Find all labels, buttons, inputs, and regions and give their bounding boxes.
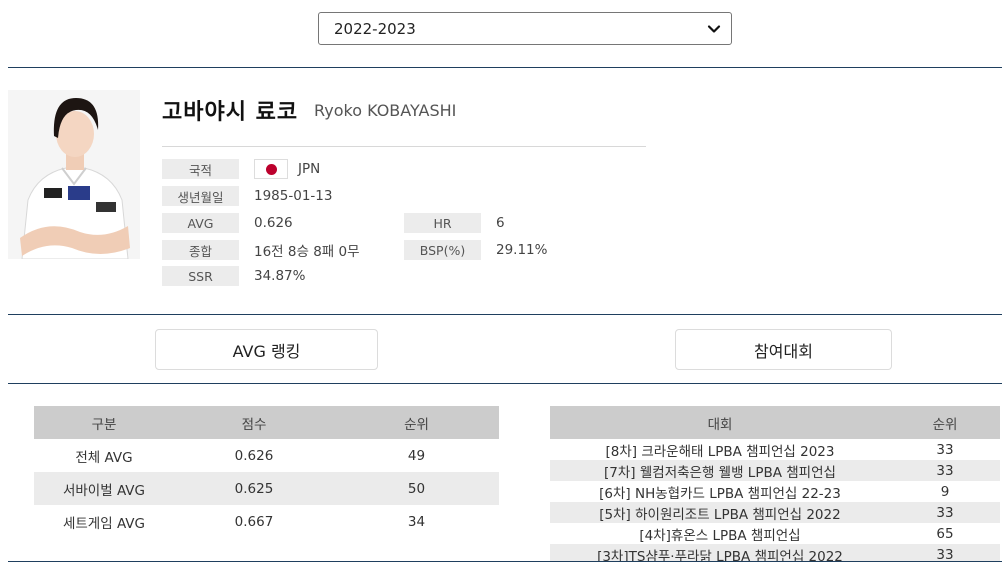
tournament-list[interactable]: [8차] 크라운해태 LPBA 챔피언십 2023 33 [7차] 웰컴저축은행… [550, 439, 1000, 561]
tournament-rank: 65 [936, 525, 954, 542]
record-value: 16전 8승 8패 0무 [254, 244, 360, 260]
birth-value: 1985-01-13 [254, 188, 333, 204]
table-row: 전체 AVG 0.626 49 [34, 439, 499, 472]
tournament-name: [4차]휴온스 LPBA 챔피언십 [639, 527, 801, 544]
tournament-rank: 33 [936, 441, 954, 458]
table-row[interactable]: [6차] NH농협카드 LPBA 챔피언십 22-23 9 [550, 481, 1000, 502]
table-row[interactable]: [5차] 하이원리조트 LPBA 챔피언십 2022 33 [550, 502, 1000, 523]
section-divider-bottom [8, 561, 1002, 562]
avg-header-score: 점수 [241, 416, 267, 433]
chevron-down-icon [707, 24, 721, 33]
nationality-label: 국적 [162, 159, 239, 179]
name-divider [162, 146, 646, 147]
tournament-name: [5차] 하이원리조트 LPBA 챔피언십 2022 [599, 506, 841, 523]
tournament-header-rank: 순위 [932, 416, 958, 433]
table-row[interactable]: [3차]TS샴푸·푸라닭 LPBA 챔피언십 2022 33 [550, 544, 1000, 561]
tournament-name: [3차]TS샴푸·푸라닭 LPBA 챔피언십 2022 [597, 548, 843, 562]
tournaments-button[interactable]: 참여대회 [675, 329, 892, 370]
season-select-value: 2022-2023 [334, 19, 416, 38]
table-row[interactable]: [8차] 크라운해태 LPBA 챔피언십 2023 33 [550, 439, 1000, 460]
player-name-english: Ryoko KOBAYASHI [314, 101, 457, 120]
ssr-value: 34.87% [254, 268, 306, 284]
tournament-rank: 33 [936, 546, 954, 562]
bsp-value: 29.11% [496, 242, 548, 258]
tournament-rank: 9 [940, 483, 950, 500]
avg-row-rank: 49 [407, 447, 426, 464]
avg-header-rank: 순위 [404, 416, 429, 433]
avg-row-score: 0.625 [234, 480, 274, 497]
table-row[interactable]: [7차] 웰컴저축은행 웰뱅 LPBA 챔피언십 33 [550, 460, 1000, 481]
avg-table-header: 구분 점수 순위 [34, 406, 499, 439]
avg-label: AVG [162, 213, 239, 233]
record-label: 종합 [162, 240, 239, 260]
table-row[interactable]: [4차]휴온스 LPBA 챔피언십 65 [550, 523, 1000, 544]
avg-row-rank: 50 [407, 480, 426, 497]
avg-row-rank: 34 [407, 513, 426, 530]
avg-row-score: 0.667 [234, 513, 274, 530]
tournament-name: [6차] NH농협카드 LPBA 챔피언십 22-23 [599, 485, 841, 502]
hr-label: HR [404, 213, 481, 233]
nationality-value: JPN [298, 161, 321, 177]
avg-value: 0.626 [254, 215, 293, 231]
tournament-rank: 33 [936, 504, 954, 521]
avg-row-category: 전체 AVG [75, 449, 133, 466]
birth-label: 생년월일 [162, 186, 239, 206]
section-divider-middle [8, 314, 1002, 315]
tournament-rank: 33 [936, 462, 954, 479]
avg-row-category: 서바이벌 AVG [62, 482, 146, 499]
player-photo [8, 90, 140, 259]
section-divider-lower [8, 383, 1002, 384]
avg-row-score: 0.626 [234, 447, 274, 464]
tournament-name: [8차] 크라운해태 LPBA 챔피언십 2023 [605, 443, 835, 460]
hr-value: 6 [496, 215, 505, 231]
tournament-header-name: 대회 [707, 416, 733, 433]
table-row: 서바이벌 AVG 0.625 50 [34, 472, 499, 505]
ssr-label: SSR [162, 266, 239, 286]
avg-header-category: 구분 [91, 416, 117, 433]
avg-ranking-button[interactable]: AVG 랭킹 [155, 329, 378, 370]
japan-flag-icon [254, 159, 288, 179]
section-divider-top [8, 67, 1002, 68]
player-name-korean: 고바야시 료코 [162, 100, 299, 125]
table-row: 세트게임 AVG 0.667 34 [34, 505, 499, 538]
tournament-name: [7차] 웰컴저축은행 웰뱅 LPBA 챔피언십 [604, 464, 836, 481]
avg-row-category: 세트게임 AVG [62, 515, 146, 532]
season-select[interactable]: 2022-2023 [318, 12, 732, 45]
tournament-table-header: 대회 순위 [550, 406, 1000, 439]
bsp-label: BSP(%) [404, 240, 481, 260]
